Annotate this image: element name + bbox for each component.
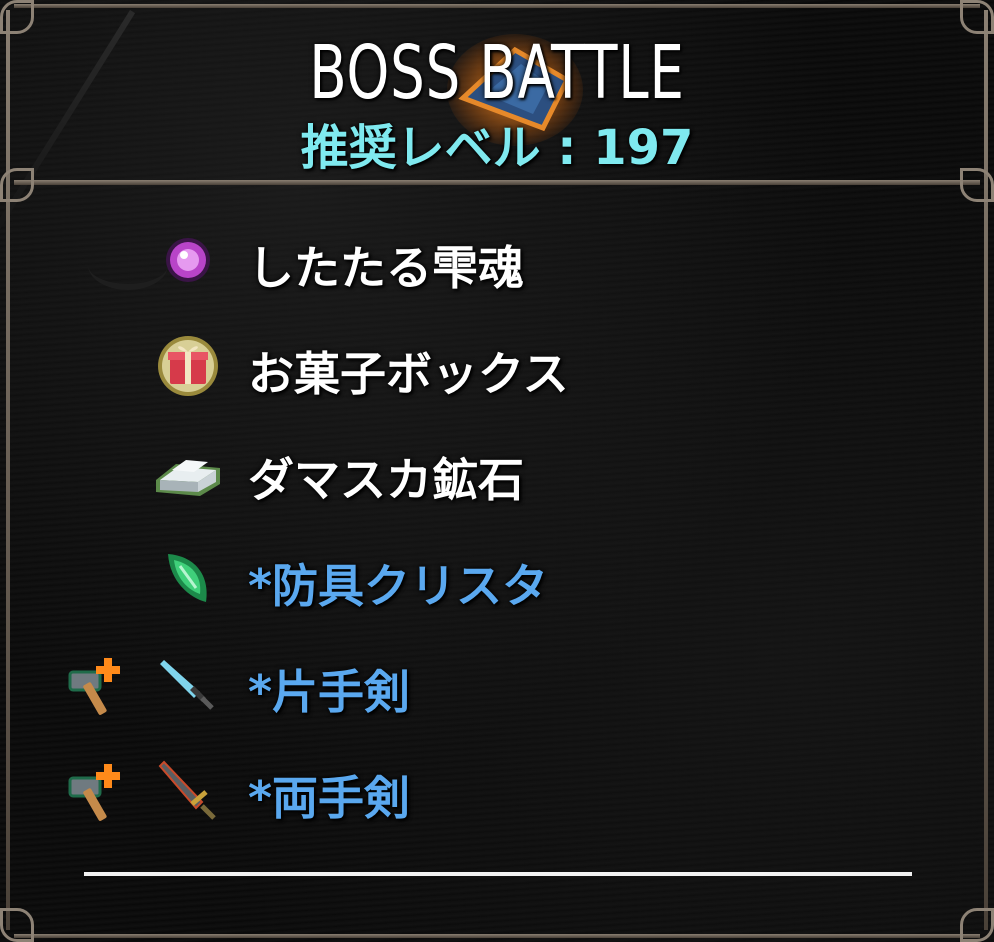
hammer-upgrade-icon (68, 764, 120, 821)
reward-item[interactable]: *両手剣 (0, 752, 994, 842)
frame-bottom-border (14, 934, 980, 938)
one-handed-sword-icon (160, 660, 214, 710)
reward-label: *両手剣 (248, 771, 411, 825)
reward-item[interactable]: *片手剣 (0, 646, 994, 736)
reward-label: *片手剣 (248, 665, 411, 719)
reward-item[interactable]: お菓子ボックス (0, 328, 994, 418)
green-crystal-icon (168, 554, 207, 602)
soul-orb-icon (166, 238, 210, 282)
boss-battle-panel: BOSS BATTLE 推奨レベル : 197 したたる雫魂 お菓子ボックス ダ… (0, 0, 994, 942)
frame-corner-ornament (960, 0, 994, 34)
recommended-level: 推奨レベル : 197 (0, 108, 994, 178)
frame-corner-ornament (960, 908, 994, 942)
reward-label: ダマスカ鉱石 (248, 453, 524, 507)
recommended-level-label: 推奨レベル (300, 120, 541, 176)
footer-divider (84, 872, 912, 876)
frame-divider (14, 180, 980, 185)
frame-corner-ornament (0, 908, 34, 942)
reward-label: したたる雫魂 (248, 241, 524, 295)
reward-item[interactable]: したたる雫魂 (0, 222, 994, 312)
hammer-upgrade-icon (68, 658, 120, 715)
reward-item[interactable]: ダマスカ鉱石 (0, 434, 994, 524)
recommended-level-value: 197 (593, 120, 694, 176)
reward-label: お菓子ボックス (248, 347, 569, 401)
two-handed-sword-icon (158, 760, 216, 820)
page-title: BOSS BATTLE (309, 30, 685, 116)
gift-box-icon (158, 336, 218, 396)
recommended-level-separator: : (540, 120, 594, 176)
reward-label: *防具クリスタ (248, 559, 549, 613)
reward-item[interactable]: *防具クリスタ (0, 540, 994, 630)
frame-top-border (14, 4, 980, 8)
frame-corner-ornament (0, 0, 34, 34)
ore-ingot-icon (156, 460, 220, 496)
